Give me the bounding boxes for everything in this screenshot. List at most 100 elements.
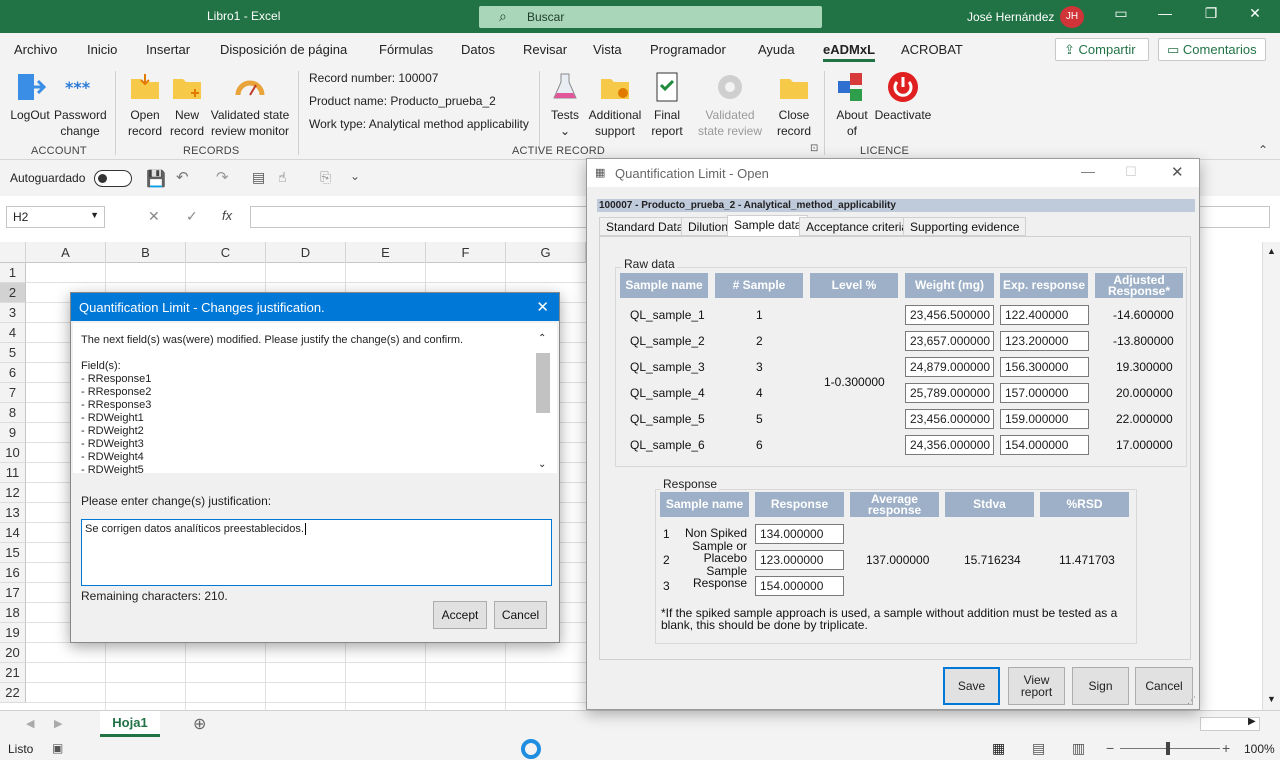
row-header[interactable]: 10 — [0, 443, 26, 463]
close-record-button[interactable]: Close record — [772, 71, 816, 139]
exp-response-input[interactable]: 156.300000 — [1000, 357, 1089, 377]
page-break-icon[interactable]: ▥ — [1072, 740, 1085, 757]
page-layout-icon[interactable]: ▤ — [1032, 740, 1045, 757]
row-header[interactable]: 6 — [0, 363, 26, 383]
save-button[interactable]: Save — [943, 667, 1000, 705]
minimize-icon[interactable]: — — [1150, 5, 1180, 21]
comments-button[interactable]: ▭ Comentarios — [1158, 38, 1266, 61]
new-record-button[interactable]: New record — [168, 71, 206, 139]
row-header[interactable]: 19 — [0, 623, 26, 643]
tab-archivo[interactable]: Archivo — [14, 42, 57, 57]
weight-input[interactable]: 23,456.500000 — [905, 305, 994, 325]
collapse-ribbon-icon[interactable]: ⌃ — [1258, 143, 1268, 157]
column-header[interactable]: D — [266, 242, 346, 263]
view-report-button[interactable]: View report — [1008, 667, 1065, 705]
scroll-down-icon[interactable]: ▼ — [1267, 694, 1276, 704]
sign-button[interactable]: Sign — [1072, 667, 1129, 705]
weight-input[interactable]: 25,789.000000 — [905, 383, 994, 403]
add-sheet-icon[interactable]: ⊕ — [193, 714, 206, 734]
row-header[interactable]: 17 — [0, 583, 26, 603]
tab-datos[interactable]: Datos — [461, 42, 495, 57]
zoom-in-icon[interactable]: + — [1222, 740, 1230, 756]
maximize-icon[interactable]: ☐ — [1125, 164, 1137, 180]
cancel-button[interactable]: Cancel — [494, 601, 547, 629]
modified-fields-box[interactable]: The next field(s) was(were) modified. Pl… — [73, 323, 557, 476]
zoom-slider-thumb[interactable] — [1166, 742, 1170, 755]
exp-response-input[interactable]: 123.200000 — [1000, 331, 1089, 351]
row-header[interactable]: 21 — [0, 663, 26, 683]
column-header[interactable]: F — [426, 242, 506, 263]
row-header[interactable]: 14 — [0, 523, 26, 543]
row-header[interactable]: 5 — [0, 343, 26, 363]
sheet-tab-hoja1[interactable]: Hoja1 — [100, 711, 160, 737]
column-header[interactable]: E — [346, 242, 426, 263]
tab-disposicion[interactable]: Disposición de página — [220, 42, 347, 57]
macro-record-icon[interactable]: ▣ — [52, 741, 63, 755]
row-header[interactable]: 4 — [0, 323, 26, 343]
tab-supporting-evidence[interactable]: Supporting evidence — [903, 217, 1027, 236]
scroll-right-icon[interactable]: ▶ — [1248, 716, 1256, 727]
name-box[interactable]: H2 ▼ — [6, 206, 105, 228]
row-header[interactable]: 3 — [0, 303, 26, 323]
form-icon[interactable]: ▤ — [252, 169, 265, 186]
restore-icon[interactable]: ❐ — [1196, 5, 1226, 22]
column-header[interactable]: B — [106, 242, 186, 263]
autosave-toggle[interactable] — [94, 170, 132, 187]
about-button[interactable]: About of — [832, 71, 872, 139]
row-header[interactable]: 22 — [0, 683, 26, 703]
validated-monitor-button[interactable]: Validated state review monitor — [208, 71, 292, 139]
zoom-slider[interactable] — [1120, 748, 1220, 749]
undo-icon[interactable]: ↶ — [176, 168, 189, 186]
row-header[interactable]: 15 — [0, 543, 26, 563]
row-header[interactable]: 1 — [0, 263, 26, 283]
zoom-level[interactable]: 100% — [1244, 742, 1275, 756]
tab-ayuda[interactable]: Ayuda — [758, 42, 795, 57]
share-button[interactable]: ⇪ Compartir — [1055, 38, 1149, 61]
confirm-formula-icon[interactable]: ✓ — [186, 208, 198, 225]
response-input[interactable]: 123.000000 — [755, 550, 844, 570]
scroll-up-icon[interactable]: ⌃ — [538, 333, 546, 344]
column-header[interactable]: A — [26, 242, 106, 263]
redo-icon[interactable]: ↷ — [216, 168, 229, 186]
vertical-scrollbar[interactable]: ▲ ▼ — [1262, 242, 1280, 710]
save-icon[interactable]: 💾 — [146, 169, 166, 189]
exp-response-input[interactable]: 159.000000 — [1000, 409, 1089, 429]
scroll-down-icon[interactable]: ⌄ — [538, 459, 546, 470]
clipboard-icon[interactable]: ⎘ — [320, 169, 331, 186]
dialog-launcher-icon[interactable]: ⊡ — [810, 143, 818, 154]
exp-response-input[interactable]: 122.400000 — [1000, 305, 1089, 325]
prev-sheet-icon[interactable]: ◀ — [26, 717, 34, 730]
weight-input[interactable]: 23,657.000000 — [905, 331, 994, 351]
search-box[interactable]: ⌕ Buscar — [479, 6, 822, 28]
tab-eadmxl[interactable]: eADMxL — [823, 42, 876, 62]
normal-view-icon[interactable]: ▦ — [992, 740, 1005, 757]
fields-scrollbar[interactable]: ⌃ ⌄ — [535, 333, 551, 473]
exp-response-input[interactable]: 157.000000 — [1000, 383, 1089, 403]
insert-function-icon[interactable]: fx — [222, 208, 232, 223]
zoom-out-icon[interactable]: − — [1106, 740, 1114, 756]
minimize-icon[interactable]: — — [1081, 163, 1095, 179]
tab-inicio[interactable]: Inicio — [87, 42, 117, 57]
tab-programador[interactable]: Programador — [650, 42, 726, 57]
logout-button[interactable]: LogOut — [8, 71, 52, 123]
column-header[interactable]: G — [506, 242, 586, 263]
tests-button[interactable]: Tests ⌄ — [546, 71, 584, 139]
avatar[interactable]: JH — [1060, 6, 1084, 28]
validated-review-button[interactable]: Validated state review — [694, 71, 766, 139]
justification-textarea[interactable]: Se corrigen datos analíticos preestablec… — [81, 519, 552, 586]
row-header[interactable]: 12 — [0, 483, 26, 503]
close-icon[interactable]: ✕ — [1240, 5, 1270, 22]
customize-icon[interactable]: ⌄ — [350, 169, 360, 183]
additional-support-button[interactable]: Additional support — [586, 71, 644, 139]
weight-input[interactable]: 23,456.000000 — [905, 409, 994, 429]
tab-acceptance-criteria[interactable]: Acceptance criteria — [799, 217, 916, 236]
column-header[interactable]: C — [186, 242, 266, 263]
row-header[interactable]: 8 — [0, 403, 26, 423]
tab-formulas[interactable]: Fórmulas — [379, 42, 433, 57]
scroll-up-icon[interactable]: ▲ — [1267, 246, 1276, 256]
row-header[interactable]: 18 — [0, 603, 26, 623]
cancel-formula-icon[interactable]: ✕ — [148, 208, 160, 225]
tab-insertar[interactable]: Insertar — [146, 42, 190, 57]
row-header[interactable]: 11 — [0, 463, 26, 483]
resize-grip-icon[interactable]: ⋰ — [1187, 695, 1196, 706]
